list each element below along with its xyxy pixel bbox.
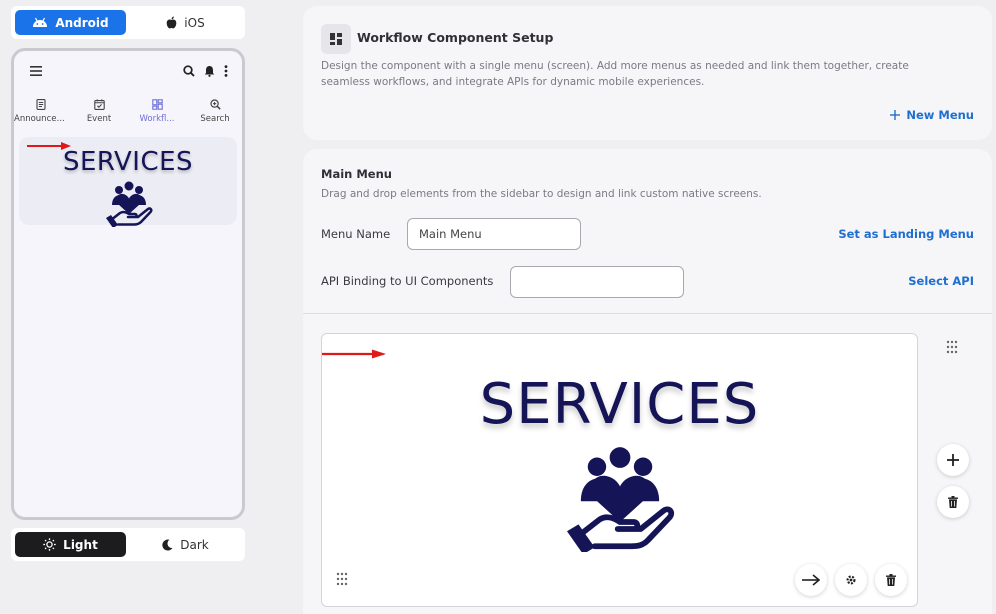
platform-toggle: Android iOS xyxy=(11,6,245,39)
calendar-check-icon xyxy=(93,99,105,110)
phone-tab-event[interactable]: Event xyxy=(72,91,126,131)
phone-tab-label: Workfl... xyxy=(139,114,175,124)
sun-icon xyxy=(43,538,56,551)
trash-icon xyxy=(886,574,896,586)
setup-description: Design the component with a single menu … xyxy=(321,60,909,88)
delete-element-button[interactable] xyxy=(875,564,907,596)
new-menu-label: New Menu xyxy=(906,108,974,122)
plus-icon xyxy=(947,454,959,466)
main-menu-description: Drag and drop elements from the sidebar … xyxy=(321,188,762,200)
phone-tab-bar: Announceme... Event Workfl... Search xyxy=(14,91,242,131)
dashboard-layout-icon xyxy=(321,24,351,54)
phone-tab-search[interactable]: Search xyxy=(188,91,242,131)
link-navigate-button[interactable] xyxy=(795,564,827,596)
heart-hands-icon xyxy=(567,447,675,552)
document-icon xyxy=(36,99,46,110)
section-divider xyxy=(303,313,992,314)
phone-tab-label: Event xyxy=(86,114,112,124)
ios-label: iOS xyxy=(184,15,205,30)
setup-title: Workflow Component Setup xyxy=(357,30,554,45)
light-theme-button[interactable]: Light xyxy=(15,532,126,557)
menu-name-input[interactable] xyxy=(407,218,581,250)
phone-tab-workflow[interactable]: Workfl... xyxy=(130,91,184,131)
phone-services-banner[interactable]: SERVICES xyxy=(19,137,237,227)
phone-tab-label: Announceme... xyxy=(14,114,68,124)
add-element-button[interactable] xyxy=(937,444,969,476)
workflow-setup-panel: Workflow Component Setup Design the comp… xyxy=(303,6,992,140)
trash-icon xyxy=(948,496,958,508)
settings-button[interactable] xyxy=(835,564,867,596)
drag-handle-icon[interactable] xyxy=(336,572,348,586)
dashboard-icon xyxy=(151,99,163,110)
canvas-banner-title: SERVICES xyxy=(479,372,760,437)
dark-theme-button[interactable]: Dark xyxy=(130,532,241,557)
android-label: Android xyxy=(55,15,109,30)
plus-icon xyxy=(890,110,901,120)
zoom-icon xyxy=(209,99,221,110)
phone-tab-announcements[interactable]: Announceme... xyxy=(14,91,68,131)
light-label: Light xyxy=(63,537,98,552)
phone-banner-title: SERVICES xyxy=(62,147,194,177)
main-menu-title: Main Menu xyxy=(321,167,392,181)
ios-tab[interactable]: iOS xyxy=(130,10,241,35)
phone-tab-label: Search xyxy=(200,114,230,124)
menu-name-label: Menu Name xyxy=(321,227,391,241)
main-menu-panel: Main Menu Drag and drop elements from th… xyxy=(303,149,992,614)
android-icon xyxy=(33,17,48,27)
red-arrow-icon xyxy=(322,349,386,359)
arrow-right-icon xyxy=(802,574,820,586)
drag-handle-icon[interactable] xyxy=(946,340,958,354)
design-canvas-element[interactable]: SERVICES xyxy=(321,333,918,607)
theme-toggle: Light Dark xyxy=(11,528,245,561)
moon-icon xyxy=(162,539,173,551)
apple-icon xyxy=(166,16,177,29)
section-actions xyxy=(937,444,969,518)
hamburger-menu-icon[interactable] xyxy=(30,66,42,76)
api-binding-label: API Binding to UI Components xyxy=(321,274,494,288)
delete-section-button[interactable] xyxy=(937,486,969,518)
phone-preview: Announceme... Event Workfl... Search SER… xyxy=(11,48,245,520)
android-tab[interactable]: Android xyxy=(15,10,126,35)
select-api-link[interactable]: Select API xyxy=(908,274,974,288)
gear-icon xyxy=(846,575,856,585)
element-actions xyxy=(795,564,907,596)
bell-icon[interactable] xyxy=(204,65,215,77)
phone-header xyxy=(14,51,242,91)
set-landing-menu-link[interactable]: Set as Landing Menu xyxy=(838,227,974,241)
more-vertical-icon[interactable] xyxy=(224,65,228,77)
heart-hands-icon xyxy=(106,181,153,227)
dark-label: Dark xyxy=(180,537,209,552)
api-binding-input[interactable] xyxy=(510,266,684,298)
search-icon[interactable] xyxy=(183,65,195,77)
new-menu-button[interactable]: New Menu xyxy=(890,108,974,122)
